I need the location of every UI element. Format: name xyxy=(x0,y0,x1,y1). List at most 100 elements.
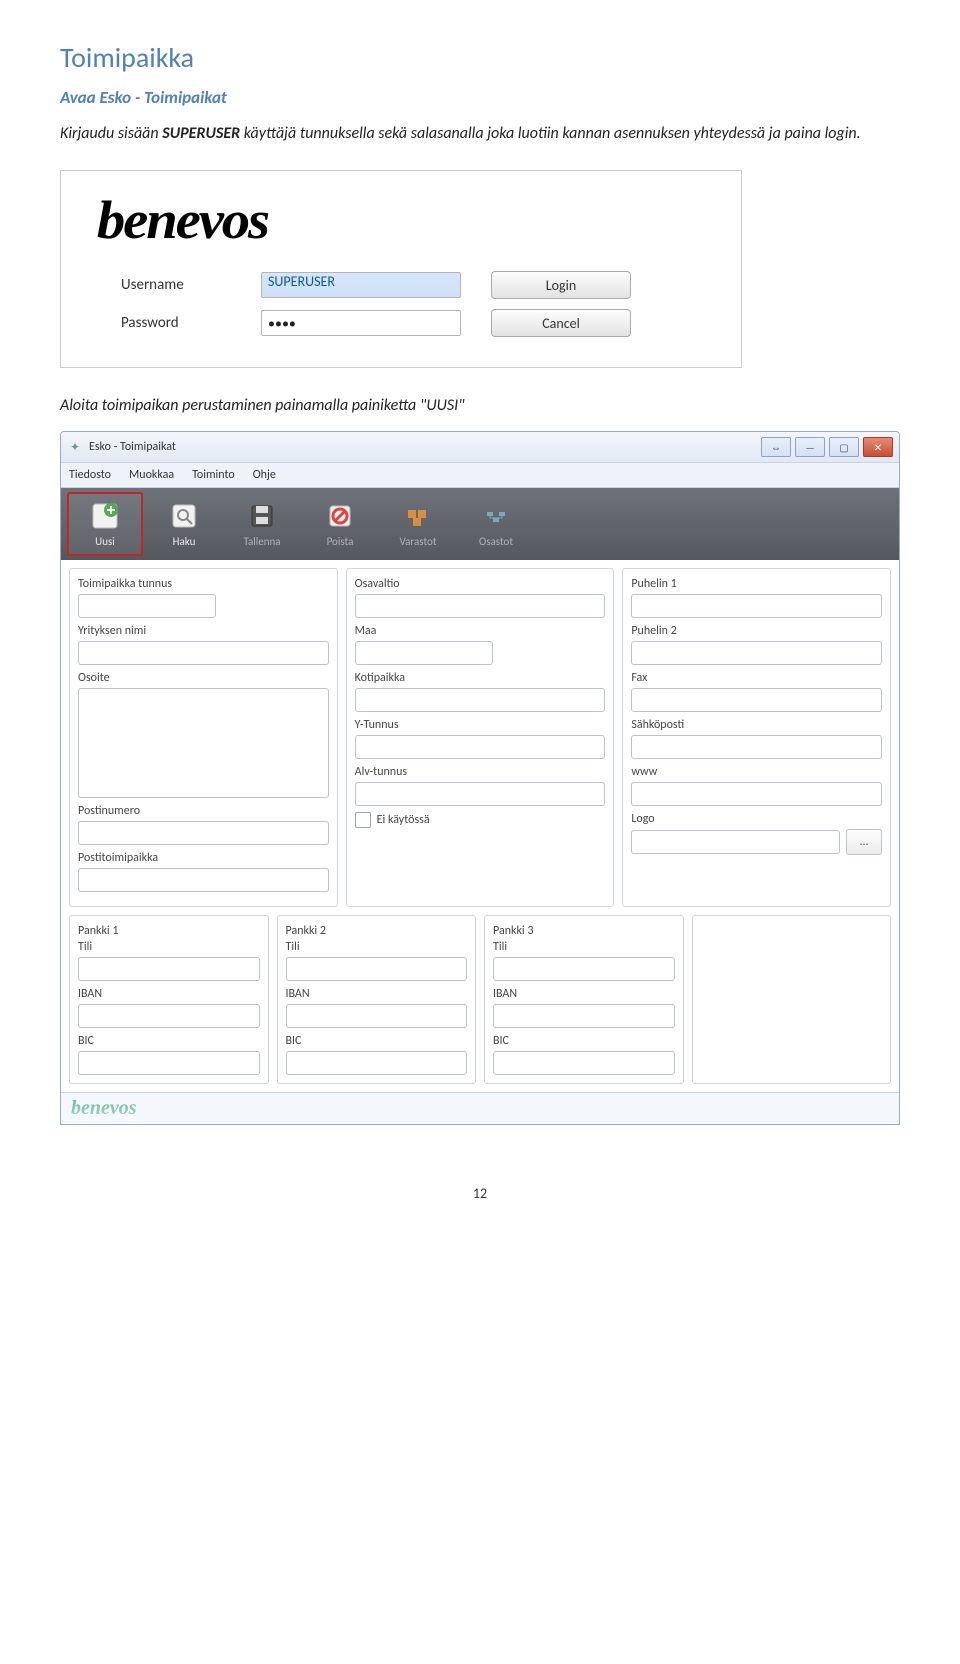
username-label: Username xyxy=(121,276,231,294)
input-maa[interactable] xyxy=(355,641,493,665)
label-postitoimipaikka: Postitoimipaikka xyxy=(78,851,329,865)
bank1-tili-label: Tili xyxy=(78,940,260,954)
toolbar-haku-label: Haku xyxy=(173,535,196,548)
close-icon[interactable]: ✕ xyxy=(863,437,893,457)
input-osoite[interactable] xyxy=(78,688,329,798)
instruction-suffix: käyttäjä tunnuksella sekä salasanalla jo… xyxy=(240,124,861,143)
save-icon xyxy=(247,501,277,531)
input-www[interactable] xyxy=(631,782,882,806)
input-sahkoposti[interactable] xyxy=(631,735,882,759)
bank3-title: Pankki 3 xyxy=(493,924,675,938)
menu-muokkaa[interactable]: Muokkaa xyxy=(129,468,174,482)
toolbar-poista[interactable]: Poista xyxy=(303,493,377,555)
input-yrityksen-nimi[interactable] xyxy=(78,641,329,665)
fieldset-empty xyxy=(692,915,892,1084)
bank1-iban-input[interactable] xyxy=(78,1004,260,1028)
menu-toiminto[interactable]: Toiminto xyxy=(192,468,235,482)
app-footer: benevos xyxy=(61,1092,899,1124)
search-icon xyxy=(169,501,199,531)
plus-icon xyxy=(90,501,120,531)
toolbar: Uusi Haku Tallenna xyxy=(61,488,899,560)
input-puhelin2[interactable] xyxy=(631,641,882,665)
cancel-button[interactable]: Cancel xyxy=(491,309,631,337)
input-toimipaikka-tunnus[interactable] xyxy=(78,594,216,618)
bank2-bic-input[interactable] xyxy=(286,1051,468,1075)
form-area: Toimipaikka tunnus Yrityksen nimi Osoite… xyxy=(61,560,899,1092)
maximize-icon[interactable]: ▢ xyxy=(829,437,859,457)
input-fax[interactable] xyxy=(631,688,882,712)
fieldset-bank-2: Pankki 2 Tili IBAN BIC xyxy=(277,915,477,1084)
section-title: Toimipaikka xyxy=(60,40,900,75)
login-logo: benevos xyxy=(61,171,741,253)
bank2-tili-input[interactable] xyxy=(286,957,468,981)
toolbar-tallenna[interactable]: Tallenna xyxy=(225,493,299,555)
input-alvtunnus[interactable] xyxy=(355,782,606,806)
label-kotipaikka: Kotipaikka xyxy=(355,671,606,685)
fieldset-col3: Puhelin 1 Puhelin 2 Fax Sähköposti xyxy=(622,568,891,907)
instruction-2: Aloita toimipaikan perustaminen painamal… xyxy=(60,396,900,415)
label-puhelin1: Puhelin 1 xyxy=(631,577,882,591)
password-input[interactable]: •••• xyxy=(261,310,461,336)
label-logo: Logo xyxy=(631,812,882,826)
label-osoite: Osoite xyxy=(78,671,329,685)
bank1-bic-input[interactable] xyxy=(78,1051,260,1075)
menu-ohje[interactable]: Ohje xyxy=(253,468,276,482)
fieldset-bank-1: Pankki 1 Tili IBAN BIC xyxy=(69,915,269,1084)
login-button[interactable]: Login xyxy=(491,271,631,299)
label-www: www xyxy=(631,765,882,779)
instruction-bold: SUPERUSER xyxy=(162,124,240,143)
bank3-tili-label: Tili xyxy=(493,940,675,954)
menu-bar: Tiedosto Muokkaa Toiminto Ohje xyxy=(61,463,899,488)
label-yrityksen-nimi: Yrityksen nimi xyxy=(78,624,329,638)
login-form: Username SUPERUSER Login Password •••• C… xyxy=(61,253,741,367)
input-postinumero[interactable] xyxy=(78,821,329,845)
bank1-bic-label: BIC xyxy=(78,1034,260,1048)
input-kotipaikka[interactable] xyxy=(355,688,606,712)
password-label: Password xyxy=(121,314,231,332)
bank3-bic-input[interactable] xyxy=(493,1051,675,1075)
toolbar-osastot[interactable]: Osastot xyxy=(459,493,533,555)
label-fax: Fax xyxy=(631,671,882,685)
login-panel: benevos Username SUPERUSER Login Passwor… xyxy=(60,170,742,368)
bank2-iban-input[interactable] xyxy=(286,1004,468,1028)
label-alvtunnus: Alv-tunnus xyxy=(355,765,606,779)
minimize-icon[interactable]: — xyxy=(795,437,825,457)
fieldset-col1: Toimipaikka tunnus Yrityksen nimi Osoite… xyxy=(69,568,338,907)
instruction-1: Kirjaudu sisään SUPERUSER käyttäjä tunnu… xyxy=(60,122,900,146)
menu-tiedosto[interactable]: Tiedosto xyxy=(69,468,111,482)
window-title: Esko - Toimipaikat xyxy=(89,440,761,454)
delete-icon xyxy=(325,501,355,531)
departments-icon xyxy=(481,501,511,531)
toolbar-varastot[interactable]: Varastot xyxy=(381,493,455,555)
label-ei-kaytossa: Ei käytössä xyxy=(377,813,430,827)
checkbox-ei-kaytossa[interactable] xyxy=(355,812,371,828)
fieldset-col2: Osavaltio Maa Kotipaikka Y-Tunnus xyxy=(346,568,615,907)
username-input[interactable]: SUPERUSER xyxy=(261,272,461,298)
input-logo[interactable] xyxy=(631,830,840,854)
input-osavaltio[interactable] xyxy=(355,594,606,618)
label-ytunnus: Y-Tunnus xyxy=(355,718,606,732)
bank3-iban-input[interactable] xyxy=(493,1004,675,1028)
bank3-bic-label: BIC xyxy=(493,1034,675,1048)
bank1-tili-input[interactable] xyxy=(78,957,260,981)
toolbar-haku[interactable]: Haku xyxy=(147,493,221,555)
toolbar-tallenna-label: Tallenna xyxy=(243,535,280,548)
label-sahkoposti: Sähköposti xyxy=(631,718,882,732)
input-postitoimipaikka[interactable] xyxy=(78,868,329,892)
section-subtitle: Avaa Esko - Toimipaikat xyxy=(60,87,900,108)
footer-logo: benevos xyxy=(71,1097,137,1119)
bank3-tili-input[interactable] xyxy=(493,957,675,981)
app-window: ✦ Esko - Toimipaikat ⇔ — ▢ ✕ Tiedosto Mu… xyxy=(60,431,900,1125)
toolbar-uusi[interactable]: Uusi xyxy=(67,492,143,556)
label-postinumero: Postinumero xyxy=(78,804,329,818)
logo-text: benevos xyxy=(97,189,268,251)
bank2-tili-label: Tili xyxy=(286,940,468,954)
input-ytunnus[interactable] xyxy=(355,735,606,759)
restore-icon[interactable]: ⇔ xyxy=(761,437,791,457)
bank3-iban-label: IBAN xyxy=(493,987,675,1001)
label-toimipaikka-tunnus: Toimipaikka tunnus xyxy=(78,577,329,591)
input-puhelin1[interactable] xyxy=(631,594,882,618)
browse-button[interactable]: ... xyxy=(846,829,882,855)
label-puhelin2: Puhelin 2 xyxy=(631,624,882,638)
toolbar-osastot-label: Osastot xyxy=(479,535,513,548)
